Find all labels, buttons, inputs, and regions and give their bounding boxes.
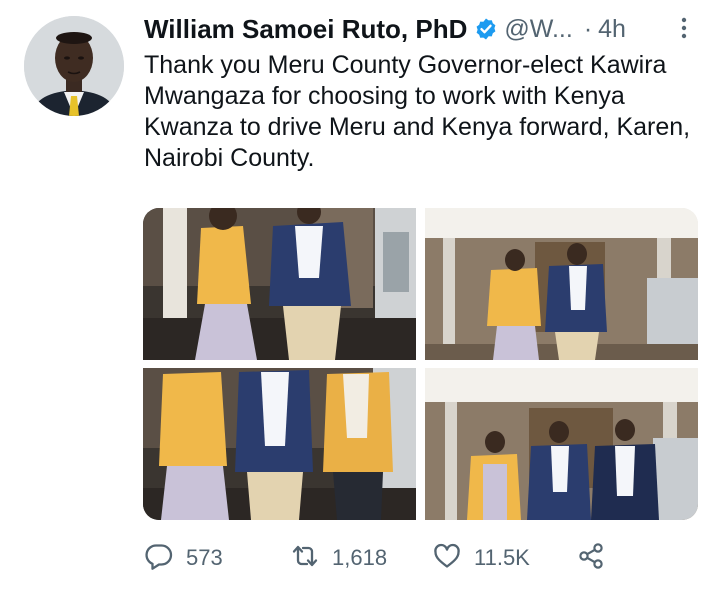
share-icon — [576, 541, 606, 576]
photo-2[interactable] — [425, 208, 698, 360]
reply-icon — [144, 541, 174, 576]
retweet-count: 1,618 — [332, 545, 388, 570]
author-avatar[interactable] — [24, 16, 124, 116]
photo-4[interactable] — [425, 368, 698, 520]
like-count: 11.5K — [474, 545, 530, 570]
reply-count: 573 — [186, 545, 223, 570]
retweet-button[interactable]: 1,618 — [290, 540, 387, 576]
media-grid — [143, 208, 698, 520]
author-name[interactable]: William Samoei Ruto, PhD — [144, 14, 467, 45]
tweet-timestamp[interactable]: 4h — [598, 15, 626, 44]
reply-button[interactable]: 573 — [144, 540, 223, 576]
like-icon — [432, 541, 462, 576]
photo-3[interactable] — [143, 368, 416, 520]
tweet-header: William Samoei Ruto, PhD @W... · 4h — [144, 12, 704, 46]
retweet-icon — [290, 541, 320, 576]
tweet-text: Thank you Meru County Governor-elect Kaw… — [144, 51, 691, 172]
verified-badge-icon — [474, 17, 498, 41]
author-handle[interactable]: @W... — [504, 15, 572, 44]
header-separator: · — [583, 14, 593, 43]
share-button[interactable] — [576, 540, 606, 576]
tweet-actions: 573 1,618 11.5K — [144, 540, 624, 576]
more-options-icon[interactable] — [677, 16, 691, 40]
photo-1[interactable] — [143, 208, 416, 360]
like-button[interactable]: 11.5K — [432, 540, 530, 576]
